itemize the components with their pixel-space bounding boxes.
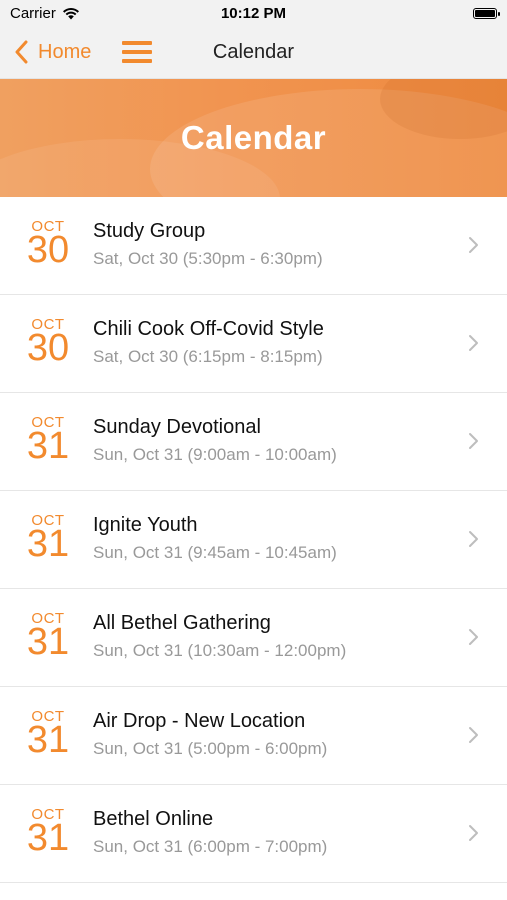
header-banner: Calendar	[0, 79, 507, 197]
chevron-right-icon	[469, 825, 478, 841]
event-row[interactable]: OCT 30 Chili Cook Off-Covid Style Sat, O…	[0, 295, 507, 393]
date-day: 30	[26, 327, 70, 369]
status-bar: Carrier 10:12 PM	[0, 0, 507, 28]
chevron-right-icon	[469, 237, 478, 253]
date-badge: OCT 30	[22, 317, 74, 369]
chevron-right-icon	[469, 433, 478, 449]
event-row[interactable]: OCT 31 Ignite Youth Sun, Oct 31 (9:45am …	[0, 491, 507, 589]
status-time: 10:12 PM	[220, 5, 287, 22]
event-datetime: Sun, Oct 31 (5:00pm - 6:00pm)	[93, 739, 328, 758]
date-day: 31	[26, 425, 70, 467]
event-datetime: Sun, Oct 31 (9:45am - 10:45am)	[93, 543, 337, 562]
event-row[interactable]: OCT 31 Sunday Devotional Sun, Oct 31 (9:…	[0, 393, 507, 491]
date-badge: OCT 30	[22, 219, 74, 271]
event-title: Chili Cook Off-Covid Style	[93, 318, 324, 340]
date-badge: OCT 31	[22, 415, 74, 467]
event-title: Ignite Youth	[93, 514, 198, 536]
date-badge: OCT 31	[22, 513, 74, 565]
chevron-right-icon	[469, 727, 478, 743]
event-row[interactable]: OCT 31 Bethel Online Sun, Oct 31 (6:00pm…	[0, 785, 507, 883]
battery-icon	[473, 8, 500, 19]
date-badge: OCT 31	[22, 709, 74, 761]
event-datetime: Sat, Oct 30 (6:15pm - 8:15pm)	[93, 347, 323, 366]
event-datetime: Sun, Oct 31 (10:30am - 12:00pm)	[93, 641, 347, 660]
date-day: 30	[26, 229, 70, 271]
event-list: OCT 30 Study Group Sat, Oct 30 (5:30pm -…	[0, 197, 507, 883]
event-row[interactable]: OCT 31 Air Drop - New Location Sun, Oct …	[0, 687, 507, 785]
date-day: 31	[26, 719, 70, 761]
event-title: Study Group	[93, 220, 206, 242]
nav-title: Calendar	[212, 41, 295, 63]
date-day: 31	[26, 621, 70, 663]
date-day: 31	[26, 523, 70, 565]
chevron-right-icon	[469, 531, 478, 547]
event-datetime: Sun, Oct 31 (6:00pm - 7:00pm)	[93, 837, 328, 856]
event-title: Air Drop - New Location	[93, 710, 306, 732]
event-row[interactable]: OCT 31 All Bethel Gathering Sun, Oct 31 …	[0, 589, 507, 687]
event-row[interactable]: OCT 30 Study Group Sat, Oct 30 (5:30pm -…	[0, 197, 507, 295]
banner-title: Calendar	[180, 119, 327, 156]
chevron-right-icon	[469, 629, 478, 645]
event-datetime: Sun, Oct 31 (9:00am - 10:00am)	[93, 445, 337, 464]
event-title: Sunday Devotional	[93, 416, 261, 438]
date-badge: OCT 31	[22, 611, 74, 663]
event-datetime: Sat, Oct 30 (5:30pm - 6:30pm)	[93, 249, 323, 268]
nav-bar: Home Calendar	[0, 28, 507, 79]
event-title: Bethel Online	[93, 808, 214, 830]
date-day: 31	[26, 817, 70, 859]
event-title: All Bethel Gathering	[93, 612, 271, 634]
battery-fill	[475, 10, 495, 17]
date-badge: OCT 31	[22, 807, 74, 859]
chevron-right-icon	[469, 335, 478, 351]
